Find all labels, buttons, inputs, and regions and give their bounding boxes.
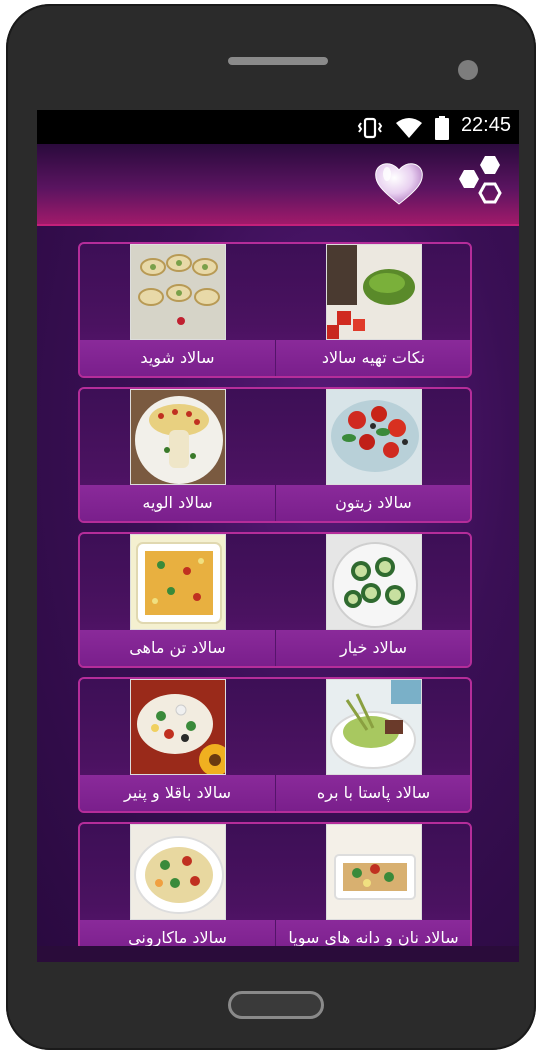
recipe-item[interactable]: سالاد الویه: [80, 389, 275, 521]
recipe-thumbnail: [130, 244, 226, 340]
recipe-thumbnail: [326, 679, 422, 775]
recipe-thumbnail: [130, 389, 226, 485]
recipe-title: سالاد نان و دانه های سویا: [288, 928, 459, 946]
home-button[interactable]: [228, 991, 324, 1019]
status-time: 22:45: [460, 114, 511, 136]
recipe-thumbnail: [130, 679, 226, 775]
speaker-grille: [228, 57, 328, 65]
recipe-item[interactable]: سالاد پاستا با بره: [276, 679, 470, 811]
recipe-item[interactable]: سالاد نان و دانه های سویا: [276, 824, 470, 946]
screen: 22:45 سالاد شوید نکات تهیه سالاد سالاد ا…: [37, 110, 519, 962]
hexagons-menu-icon[interactable]: [449, 154, 505, 214]
recipe-item[interactable]: سالاد خیار: [276, 534, 470, 666]
recipe-item[interactable]: سالاد ماکارونی: [80, 824, 275, 946]
recipe-title: سالاد ماکارونی: [128, 928, 227, 946]
recipe-item[interactable]: نکات تهیه سالاد: [276, 244, 470, 376]
battery-icon: [435, 116, 449, 140]
recipe-title: سالاد پاستا با بره: [316, 783, 431, 802]
grid-row: سالاد الویه سالاد زیتون: [78, 387, 472, 523]
status-bar: 22:45: [37, 110, 519, 144]
recipe-thumbnail: [130, 534, 226, 630]
grid-row: سالاد ماکارونی سالاد نان و دانه های سویا: [78, 822, 472, 946]
status-icons: [357, 116, 449, 140]
recipe-title: نکات تهیه سالاد: [321, 348, 426, 367]
grid-row: سالاد شوید نکات تهیه سالاد: [78, 242, 472, 378]
recipe-title: سالاد الویه: [142, 493, 213, 512]
recipe-thumbnail: [326, 824, 422, 920]
recipe-thumbnail: [326, 244, 422, 340]
grid-row: سالاد تن ماهی سالاد خیار: [78, 532, 472, 668]
recipe-item[interactable]: سالاد تن ماهی: [80, 534, 275, 666]
recipe-title: سالاد زیتون: [335, 493, 412, 512]
recipe-item[interactable]: سالاد باقلا و پنیر: [80, 679, 275, 811]
recipe-item[interactable]: سالاد شوید: [80, 244, 275, 376]
wifi-icon: [396, 118, 422, 138]
recipe-title: سالاد باقلا و پنیر: [124, 783, 231, 802]
recipe-thumbnail: [326, 389, 422, 485]
favorites-heart-icon[interactable]: [373, 160, 425, 206]
app-bar: [37, 144, 519, 226]
recipe-thumbnail: [130, 824, 226, 920]
recipe-thumbnail: [326, 534, 422, 630]
front-camera: [458, 60, 478, 80]
grid-row: سالاد باقلا و پنیر سالاد پاستا با بره: [78, 677, 472, 813]
recipe-item[interactable]: سالاد زیتون: [276, 389, 470, 521]
recipe-title: سالاد شوید: [140, 348, 215, 367]
vibrate-icon: [357, 117, 383, 139]
recipe-grid: سالاد شوید نکات تهیه سالاد سالاد الویه س…: [37, 226, 519, 946]
recipe-title: سالاد تن ماهی: [129, 638, 226, 657]
recipe-title: سالاد خیار: [340, 638, 407, 657]
phone-frame: 22:45 سالاد شوید نکات تهیه سالاد سالاد ا…: [6, 4, 536, 1050]
